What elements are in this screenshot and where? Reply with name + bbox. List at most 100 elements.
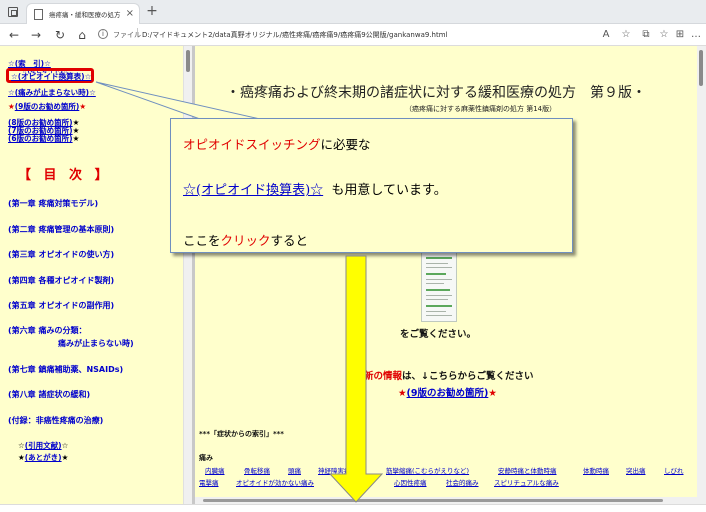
refresh-icon[interactable]: ↻ — [52, 27, 68, 43]
see-instruction: をご覧ください。 — [400, 329, 477, 340]
left-scrollbar[interactable] — [183, 46, 192, 504]
star-left: ★ — [8, 102, 15, 111]
references-item: ☆(引用文献)☆ — [18, 440, 68, 451]
url-field[interactable]: i ファイル | D:/マイドキュメント2/data真野オリジナル/癌性疼痛/癌… — [96, 27, 596, 43]
pain-link[interactable]: 内臓痛 — [205, 465, 225, 475]
pain-link[interactable]: 骨転移痛 — [244, 465, 270, 475]
page-title: ・癌疼痛および終末期の諸症状に対する緩和医療の処方 第９版・ — [226, 85, 646, 101]
chapter-1-link[interactable]: (第一章 疼痛対策モデル) — [8, 198, 98, 209]
callout-conversion-link[interactable]: ☆(オピオイド換算表)☆ — [183, 183, 323, 198]
pain-link[interactable]: 心因性疼痛 — [394, 477, 427, 487]
horizontal-scroll-thumb[interactable] — [203, 499, 663, 502]
ninth-edition-recommend: ★(9版のお勧め箇所)★ — [8, 101, 86, 112]
thumb-line — [426, 267, 452, 268]
thumb-line — [426, 311, 446, 312]
uncontrolled-pain-link[interactable]: ☆(痛みが止まらない時)☆ — [8, 87, 96, 98]
thumb-line — [426, 279, 452, 280]
main-scrollbar[interactable] — [697, 46, 706, 504]
callout-click-highlight: クリック — [220, 233, 271, 248]
info-icon[interactable]: i — [98, 29, 108, 39]
chapter-6-link-cont[interactable]: 痛みが止まらない時) — [58, 338, 134, 349]
chapter-5-link[interactable]: (第五章 オピオイドの副作用) — [8, 300, 114, 311]
toc-title: 【 目 次 】 — [18, 168, 112, 183]
pain-link[interactable]: 筋攣縮痛(こむらがえりなど) — [386, 465, 469, 475]
page-thumbnail-image[interactable] — [421, 250, 457, 322]
callout-text: に必要な — [320, 137, 371, 152]
chapter-7-link[interactable]: (第七章 鎮痛補助薬、NSAIDs) — [8, 364, 123, 375]
back-icon[interactable]: ← — [6, 27, 22, 43]
page-subtitle: （癌疼痛に対する麻薬性鎮痛剤の処方 第14版） — [405, 105, 557, 113]
thumb-line — [426, 263, 448, 264]
star: ☆ — [18, 441, 25, 450]
callout-text: も用意しています。 — [331, 183, 447, 198]
references-link[interactable]: (引用文献) — [25, 441, 62, 450]
pain-link[interactable]: 突出痛 — [626, 465, 646, 475]
forward-icon[interactable]: → — [28, 27, 44, 43]
star: ★ — [18, 453, 25, 462]
ninth-recommend-link[interactable]: (9版のお勧め箇所) — [407, 388, 489, 399]
home-icon[interactable]: ⌂ — [74, 27, 90, 43]
pain-link[interactable]: 社会的痛み — [446, 477, 479, 487]
latest-info-highlight: 新の情報 — [364, 371, 403, 382]
star: ☆ — [61, 441, 69, 450]
star: ★ — [488, 388, 497, 399]
star: ★ — [398, 388, 407, 399]
tab-title: 癌疼痛・緩和医療の処方（第9版 — [49, 11, 125, 19]
favorite-icon[interactable]: ☆ — [618, 27, 634, 43]
ninth-edition-link[interactable]: (9版のお勧め箇所) — [15, 102, 80, 111]
thumb-line — [426, 315, 452, 316]
chapter-8-link[interactable]: (第八章 諸症状の緩和) — [8, 389, 90, 400]
pain-category-label: 痛み — [199, 454, 213, 462]
star: ★ — [72, 134, 80, 143]
symptom-index-heading: ***「症状からの索引」*** — [199, 430, 284, 438]
pain-link[interactable]: 頭痛 — [288, 465, 301, 475]
pain-link[interactable]: スピリチュアルな痛み — [494, 477, 559, 487]
sixth-edition-link[interactable]: (6版のお勧め箇所) — [8, 134, 73, 143]
tab-close-icon[interactable]: × — [126, 7, 134, 21]
latest-info-rest: は、↓こちらからご覧ください — [402, 371, 534, 382]
chapter-4-link[interactable]: (第四章 各種オピオイド製剤) — [8, 275, 114, 286]
thumb-bar — [426, 289, 450, 291]
callout-line-1: オピオイドスイッチングに必要な — [183, 134, 371, 153]
callout-text: すると — [270, 233, 309, 248]
callout-highlight: オピオイドスイッチング — [183, 137, 321, 152]
sixth-edition-recommend: (6版のお勧め箇所)★ — [8, 133, 79, 144]
chapter-2-link[interactable]: (第二章 疼痛管理の基本原則) — [8, 224, 114, 235]
left-scroll-thumb[interactable] — [186, 50, 190, 72]
extensions-icon[interactable]: ⊞ — [672, 27, 688, 43]
tab-strip: 癌疼痛・緩和医療の処方（第9版 × + — [0, 0, 706, 24]
more-menu-icon[interactable]: … — [688, 27, 704, 43]
pain-link[interactable]: 安静時痛と体動時痛 — [498, 465, 557, 475]
ninth-recommend-item: ★(9版のお勧め箇所)★ — [398, 385, 497, 399]
window-menu-icon[interactable] — [8, 7, 18, 17]
pain-link[interactable]: オピオイドが効かない痛み — [236, 477, 314, 487]
opioid-conversion-table-link[interactable]: ☆(オピオイド換算表)☆ — [11, 71, 91, 82]
chapter-3-link[interactable]: (第三章 オピオイドの使い方) — [8, 249, 114, 260]
chapter-6-link[interactable]: (第六章 痛みの分類： — [8, 325, 86, 336]
horizontal-scrollbar[interactable] — [195, 497, 697, 504]
appendix-link[interactable]: (付録：非癌性疼痛の治療) — [8, 415, 103, 426]
main-scroll-thumb[interactable] — [699, 50, 703, 86]
pain-link[interactable]: 体動時痛 — [583, 465, 609, 475]
url-text[interactable]: D:/マイドキュメント2/data真野オリジナル/癌性疼痛/癌疼痛9/癌疼痛9公… — [142, 30, 448, 40]
latest-info-text: 新の情報は、↓こちらからご覧ください — [364, 368, 533, 382]
pain-link[interactable]: しびれ — [664, 465, 684, 475]
address-bar: ← → ↻ ⌂ i ファイル | D:/マイドキュメント2/data真野オリジナ… — [0, 24, 706, 46]
file-icon — [34, 9, 43, 20]
favorites-list-icon[interactable]: ☆ — [656, 27, 672, 43]
status-strip — [0, 504, 706, 512]
browser-tab[interactable]: 癌疼痛・緩和医療の処方（第9版 × — [26, 3, 140, 24]
callout-box: オピオイドスイッチングに必要な ☆(オピオイド換算表)☆ も用意しています。 こ… — [170, 118, 573, 253]
new-tab-button[interactable]: + — [144, 3, 160, 19]
thumb-bar — [426, 257, 452, 259]
pain-link[interactable]: 神経障害痛 — [318, 465, 351, 475]
thumb-bar — [426, 305, 452, 307]
collections-icon[interactable]: ⧉ — [638, 27, 654, 43]
pain-link[interactable]: 電撃痛 — [199, 477, 219, 487]
callout-line-3: ここをクリックすると — [183, 230, 308, 249]
read-aloud-icon[interactable]: A — [598, 27, 614, 43]
callout-text: ここを — [183, 233, 221, 248]
callout-line-2: ☆(オピオイド換算表)☆ も用意しています。 — [183, 179, 447, 198]
star-right: ★ — [79, 102, 87, 111]
afterword-link[interactable]: (あとがき) — [25, 453, 62, 462]
